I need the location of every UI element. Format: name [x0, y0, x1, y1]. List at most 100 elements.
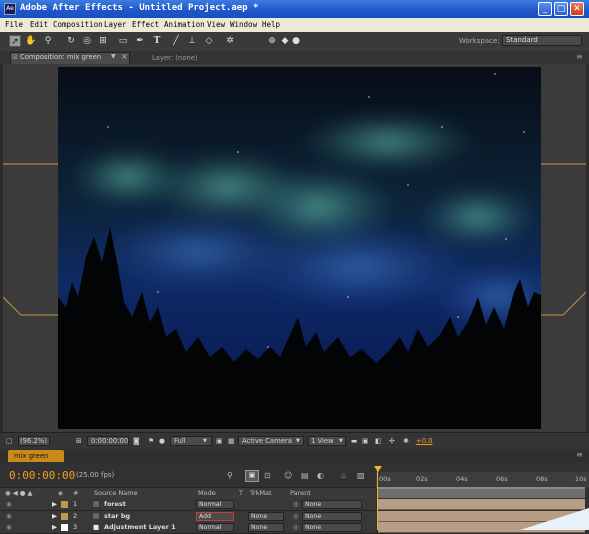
graph-editor-icon[interactable]: ♨ — [340, 471, 347, 480]
panel-menu-icon[interactable]: ≡ — [576, 450, 583, 459]
magnification-value: (96.2%) — [20, 437, 47, 445]
layer-name[interactable]: star bg — [104, 512, 130, 520]
blend-mode-dropdown[interactable]: Normal — [196, 523, 234, 532]
page-curl-decoration — [520, 508, 589, 530]
close-button[interactable]: ✕ — [570, 2, 584, 16]
panel-menu-icon[interactable]: ≡ — [576, 52, 583, 61]
time-ruler[interactable]: 00s 02s 04s 06s 08s 10s — [376, 472, 589, 488]
label-color[interactable] — [61, 513, 68, 520]
menu-edit[interactable]: Edit — [30, 20, 48, 29]
search-icon[interactable]: ⚲ — [227, 471, 233, 480]
menu-window[interactable]: Window — [230, 20, 257, 29]
work-area-bar[interactable] — [378, 487, 585, 498]
minimize-button[interactable]: _ — [538, 2, 552, 16]
selection-tool-icon[interactable]: ➚ — [9, 35, 21, 47]
track-matte-dropdown[interactable]: None — [248, 523, 284, 532]
pick-whip-icon[interactable]: ◎ — [293, 512, 299, 520]
blend-mode-dropdown[interactable]: Normal — [196, 500, 234, 509]
exposure-value[interactable]: +0.0 — [416, 437, 433, 445]
pen-tool-icon[interactable]: ✒ — [134, 35, 146, 47]
grid-icon[interactable]: ⊞ — [76, 437, 82, 445]
eraser-tool-icon[interactable]: ◇ — [203, 35, 215, 47]
close-tab-icon[interactable]: × — [121, 52, 128, 61]
menu-animation[interactable]: Animation — [164, 20, 205, 29]
menu-effect[interactable]: Effect — [132, 20, 159, 29]
composition-tab-bar: ⊠ Composition: mix green ▼ × Layer: (non… — [0, 51, 589, 64]
motion-blur-icon[interactable]: ◐ — [317, 471, 324, 480]
blend-mode-dropdown[interactable]: Add — [196, 512, 234, 521]
chevron-down-icon[interactable]: ▼ — [339, 438, 343, 444]
layer-row[interactable]: ◉ ▶ 3 ■ Adjustment Layer 1 Normal None ◎… — [0, 522, 376, 534]
rotation-tool-icon[interactable]: ↻ — [65, 35, 77, 47]
draft-3d-icon[interactable]: ⊡ — [264, 471, 271, 480]
visibility-icon[interactable]: ◉ — [6, 512, 12, 520]
flowchart-icon[interactable]: ✣ — [389, 437, 395, 445]
layer-number: 2 — [73, 512, 78, 520]
parent-dropdown[interactable]: None — [302, 500, 362, 509]
transparency-grid-icon[interactable]: ▦ — [228, 437, 234, 445]
puppet-tool-icon[interactable]: ✲ — [224, 35, 236, 47]
chevron-down-icon[interactable]: ▼ — [111, 53, 116, 60]
label-color[interactable] — [61, 501, 68, 508]
composition-canvas[interactable] — [58, 67, 541, 429]
menu-help[interactable]: Help — [262, 20, 280, 29]
chevron-down-icon[interactable]: ▼ — [203, 438, 207, 444]
pick-whip-icon[interactable]: ◎ — [293, 500, 299, 508]
maximize-button[interactable]: □ — [554, 2, 568, 16]
column-source-name[interactable]: Source Name — [94, 489, 138, 497]
timeline-icon[interactable]: ◧ — [375, 437, 381, 445]
expand-triangle-icon[interactable]: ▶ — [52, 500, 57, 508]
hide-shy-layers-icon[interactable]: ☺ — [284, 471, 292, 480]
chevron-down-icon[interactable]: ▼ — [296, 438, 300, 444]
current-time-indicator-handle[interactable] — [374, 466, 382, 472]
column-mode[interactable]: Mode — [198, 489, 216, 497]
av-features-icon[interactable]: ◉ ◀ ● ▲ — [5, 489, 33, 497]
menu-layer[interactable]: Layer — [104, 20, 127, 29]
camera-orbit-tool-icon[interactable]: ◎ — [81, 35, 93, 47]
current-time-indicator[interactable] — [377, 467, 378, 530]
layer-row[interactable]: ◉ ▶ 1 ▤ forest Normal ◎ None — [0, 499, 376, 511]
lock-icon[interactable]: ⊠ — [12, 53, 18, 61]
rectangle-mask-tool-icon[interactable]: ▭ — [117, 35, 129, 47]
menu-file[interactable]: File — [5, 20, 23, 29]
expand-triangle-icon[interactable]: ▶ — [52, 512, 57, 520]
column-trkmat[interactable]: TrkMat — [250, 489, 272, 497]
tab-layer[interactable]: Layer: (none) — [152, 54, 198, 62]
pan-behind-tool-icon[interactable]: ⊞ — [97, 35, 109, 47]
visibility-icon[interactable]: ◉ — [6, 500, 12, 508]
label-column-icon[interactable]: ◈ — [58, 489, 63, 497]
exposure-icon[interactable]: ✺ — [403, 437, 409, 445]
layer-name[interactable]: forest — [104, 500, 126, 508]
column-t: T — [239, 489, 243, 497]
parent-dropdown[interactable]: None — [302, 523, 362, 532]
show-snapshot-icon[interactable]: ⚑ — [148, 437, 154, 445]
workspace-dropdown[interactable]: Standard — [502, 35, 582, 46]
timeline-current-time[interactable]: 0:00:00:00 — [9, 469, 75, 482]
safe-zones-icon[interactable]: ▢ — [6, 437, 12, 445]
column-parent[interactable]: Parent — [290, 489, 311, 497]
menu-composition[interactable]: Composition — [53, 20, 103, 29]
type-tool-icon[interactable]: T — [151, 35, 163, 47]
menu-view[interactable]: View — [207, 20, 225, 29]
composition-mini-flowchart-icon[interactable]: ▣ — [245, 470, 259, 482]
track-matte-dropdown[interactable]: None — [248, 512, 284, 521]
composition-tab-label: Composition: mix green — [20, 53, 102, 61]
camera-value: Active Camera — [242, 437, 292, 445]
channel-icon[interactable]: ● — [159, 437, 165, 445]
column-number: # — [73, 489, 79, 497]
snapshot-icon[interactable]: ◙ — [133, 437, 140, 445]
toggle-pixel-aspect-icon[interactable]: ▬ — [351, 437, 357, 445]
clone-stamp-tool-icon[interactable]: ⊥ — [186, 35, 198, 47]
footage-icon: ▤ — [93, 512, 100, 520]
ruler-tick: 08s — [536, 475, 548, 483]
zoom-tool-icon[interactable]: ⚲ — [42, 35, 54, 47]
brush-tool-icon[interactable]: ╱ — [170, 35, 182, 47]
brainstorm-icon[interactable]: ▨ — [357, 471, 365, 480]
frame-blending-icon[interactable]: ▤ — [301, 471, 309, 480]
region-of-interest-icon[interactable]: ▣ — [216, 437, 222, 445]
fast-previews-icon[interactable]: ▣ — [362, 437, 368, 445]
world-axis-icon[interactable]: ● — [290, 35, 302, 47]
parent-dropdown[interactable]: None — [302, 512, 362, 521]
axis-mode-icon[interactable]: ⊕ — [266, 35, 278, 47]
hand-tool-icon[interactable]: ✋ — [25, 35, 37, 47]
